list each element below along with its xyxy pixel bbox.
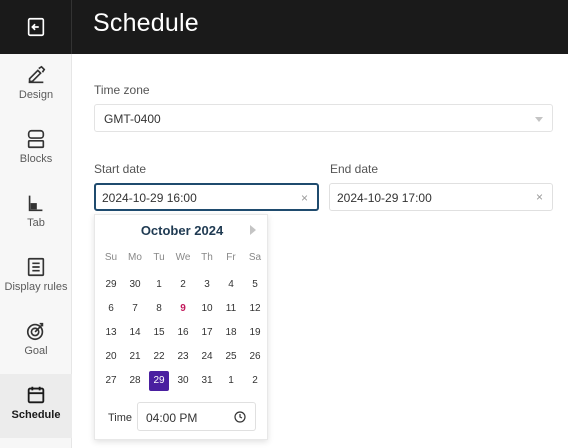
sidebar-item-display-rules[interactable]: Display rules (0, 246, 72, 310)
weekday-label: Sa (248, 252, 262, 263)
sidebar-item-label: Goal (24, 345, 48, 357)
calendar-day[interactable]: 10 (197, 299, 217, 319)
time-value: 04:00 PM (146, 411, 198, 425)
sidebar-item-schedule[interactable]: Schedule (0, 374, 72, 438)
timezone-label: Time zone (94, 83, 150, 97)
start-date-value: 2024-10-29 16:00 (102, 191, 197, 205)
time-label: Time (108, 412, 133, 424)
target-icon (26, 322, 44, 341)
calendar-day[interactable]: 20 (101, 347, 121, 367)
calendar-day[interactable]: 2 (245, 371, 265, 391)
timezone-select[interactable]: GMT-0400 (94, 104, 553, 132)
calendar-day[interactable]: 22 (149, 347, 169, 367)
weekday-label: Tu (153, 252, 165, 263)
paint-icon (28, 65, 46, 84)
calendar-day[interactable]: 15 (149, 323, 169, 343)
calendar-day[interactable]: 3 (197, 275, 217, 295)
calendar-day[interactable]: 5 (245, 275, 265, 295)
time-input[interactable]: 04:00 PM (137, 402, 256, 431)
sidebar-item-label: Schedule (11, 409, 61, 421)
calendar-day[interactable]: 12 (245, 299, 265, 319)
rules-icon (27, 257, 45, 277)
calendar-day[interactable]: 1 (221, 371, 241, 391)
calendar-day[interactable]: 6 (101, 299, 121, 319)
end-date-label: End date (330, 162, 379, 176)
sidebar-item-label: Display rules (4, 281, 68, 293)
date-picker-popup: October 2024 Su Mo Tu We Th Fr Sa 29 30 1 2… (94, 214, 268, 440)
calendar-day[interactable]: 24 (197, 347, 217, 367)
calendar-day[interactable]: 13 (101, 323, 121, 343)
calendar-day[interactable]: 2 (173, 275, 193, 295)
page-title: Schedule (93, 9, 199, 37)
blocks-icon (27, 129, 45, 149)
clear-icon[interactable]: × (536, 190, 543, 204)
calendar-day[interactable]: 4 (221, 275, 241, 295)
calendar-day[interactable]: 29 (101, 275, 121, 295)
sidebar-item-blocks[interactable]: Blocks (0, 118, 72, 182)
calendar-day[interactable]: 26 (245, 347, 265, 367)
calendar-day[interactable]: 31 (197, 371, 217, 391)
tab-icon (28, 195, 43, 212)
sidebar-item-label: Blocks (19, 153, 53, 165)
sidebar: Design Blocks Tab Display rules Goal Sch… (0, 54, 72, 448)
clock-icon (234, 411, 246, 423)
start-date-label: Start date (94, 162, 147, 176)
calendar-day[interactable]: 25 (221, 347, 241, 367)
calendar-day[interactable]: 9 (173, 299, 193, 319)
weekday-label: Mo (128, 252, 142, 263)
calendar-icon (27, 386, 45, 404)
exit-button[interactable] (0, 0, 72, 54)
sidebar-item-design[interactable]: Design (0, 54, 72, 118)
calendar-day[interactable]: 18 (221, 323, 241, 343)
end-date-value: 2024-10-29 17:00 (337, 191, 432, 205)
calendar-day[interactable]: 27 (101, 371, 121, 391)
calendar-day[interactable]: 16 (173, 323, 193, 343)
calendar-day[interactable]: 8 (149, 299, 169, 319)
end-date-input[interactable]: 2024-10-29 17:00 × (329, 183, 553, 211)
calendar-day[interactable]: 23 (173, 347, 193, 367)
calendar-day[interactable]: 28 (125, 371, 145, 391)
calendar-day[interactable]: 21 (125, 347, 145, 367)
sidebar-item-label: Tab (27, 217, 45, 229)
calendar-day[interactable]: 29 (149, 371, 169, 391)
chevron-down-icon (535, 117, 543, 122)
timezone-value: GMT-0400 (104, 112, 161, 126)
sidebar-item-label: Design (18, 89, 54, 101)
clear-icon[interactable]: × (301, 191, 308, 205)
exit-icon (27, 17, 44, 37)
calendar-day[interactable]: 14 (125, 323, 145, 343)
calendar-month-title: October 2024 (140, 223, 224, 238)
start-date-input[interactable]: 2024-10-29 16:00 × (94, 183, 319, 211)
top-bar: Schedule (0, 0, 568, 54)
sidebar-item-tab[interactable]: Tab (0, 182, 72, 246)
weekday-label: Th (201, 252, 213, 263)
calendar-day[interactable]: 30 (125, 275, 145, 295)
calendar-day[interactable]: 7 (125, 299, 145, 319)
next-month-icon[interactable] (250, 225, 256, 235)
weekday-label: Fr (226, 252, 236, 263)
calendar-day[interactable]: 30 (173, 371, 193, 391)
calendar-day[interactable]: 11 (221, 299, 241, 319)
weekday-label: Su (104, 252, 118, 263)
calendar-day[interactable]: 1 (149, 275, 169, 295)
calendar-day[interactable]: 19 (245, 323, 265, 343)
weekday-label: We (175, 252, 191, 263)
sidebar-item-goal[interactable]: Goal (0, 310, 72, 374)
calendar-day[interactable]: 17 (197, 323, 217, 343)
